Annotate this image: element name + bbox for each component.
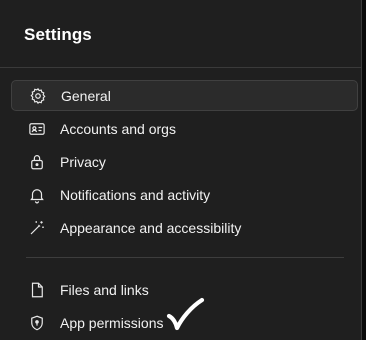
- menu-item-privacy[interactable]: Privacy: [11, 146, 358, 177]
- id-card-icon: [27, 119, 47, 139]
- menu-item-label: App permissions: [60, 314, 164, 331]
- file-icon: [27, 280, 47, 300]
- menu-item-label: Privacy: [60, 153, 106, 170]
- menu-item-label: Appearance and accessibility: [60, 219, 242, 236]
- menu-item-label: Accounts and orgs: [60, 120, 176, 137]
- section-divider: [26, 257, 344, 258]
- checkmark-annotation-icon: [166, 297, 205, 331]
- menu-item-label: Notifications and activity: [60, 186, 211, 203]
- gear-icon: [28, 86, 48, 106]
- menu-item-label: Files and links: [60, 281, 149, 298]
- menu-item-general[interactable]: General: [11, 80, 358, 111]
- settings-panel: Settings General Accounts and orgs Priva…: [0, 0, 362, 340]
- menu-item-notifications-and-activity[interactable]: Notifications and activity: [11, 179, 358, 210]
- menu-item-appearance-and-accessibility[interactable]: Appearance and accessibility: [11, 212, 358, 243]
- menu-item-accounts-and-orgs[interactable]: Accounts and orgs: [11, 113, 358, 144]
- menu-item-label: General: [61, 87, 111, 104]
- magic-wand-icon: [27, 218, 47, 238]
- bell-icon: [27, 185, 47, 205]
- lock-icon: [27, 152, 47, 172]
- shield-icon: [27, 313, 47, 333]
- page-title: Settings: [24, 25, 92, 44]
- header-divider: [0, 67, 362, 68]
